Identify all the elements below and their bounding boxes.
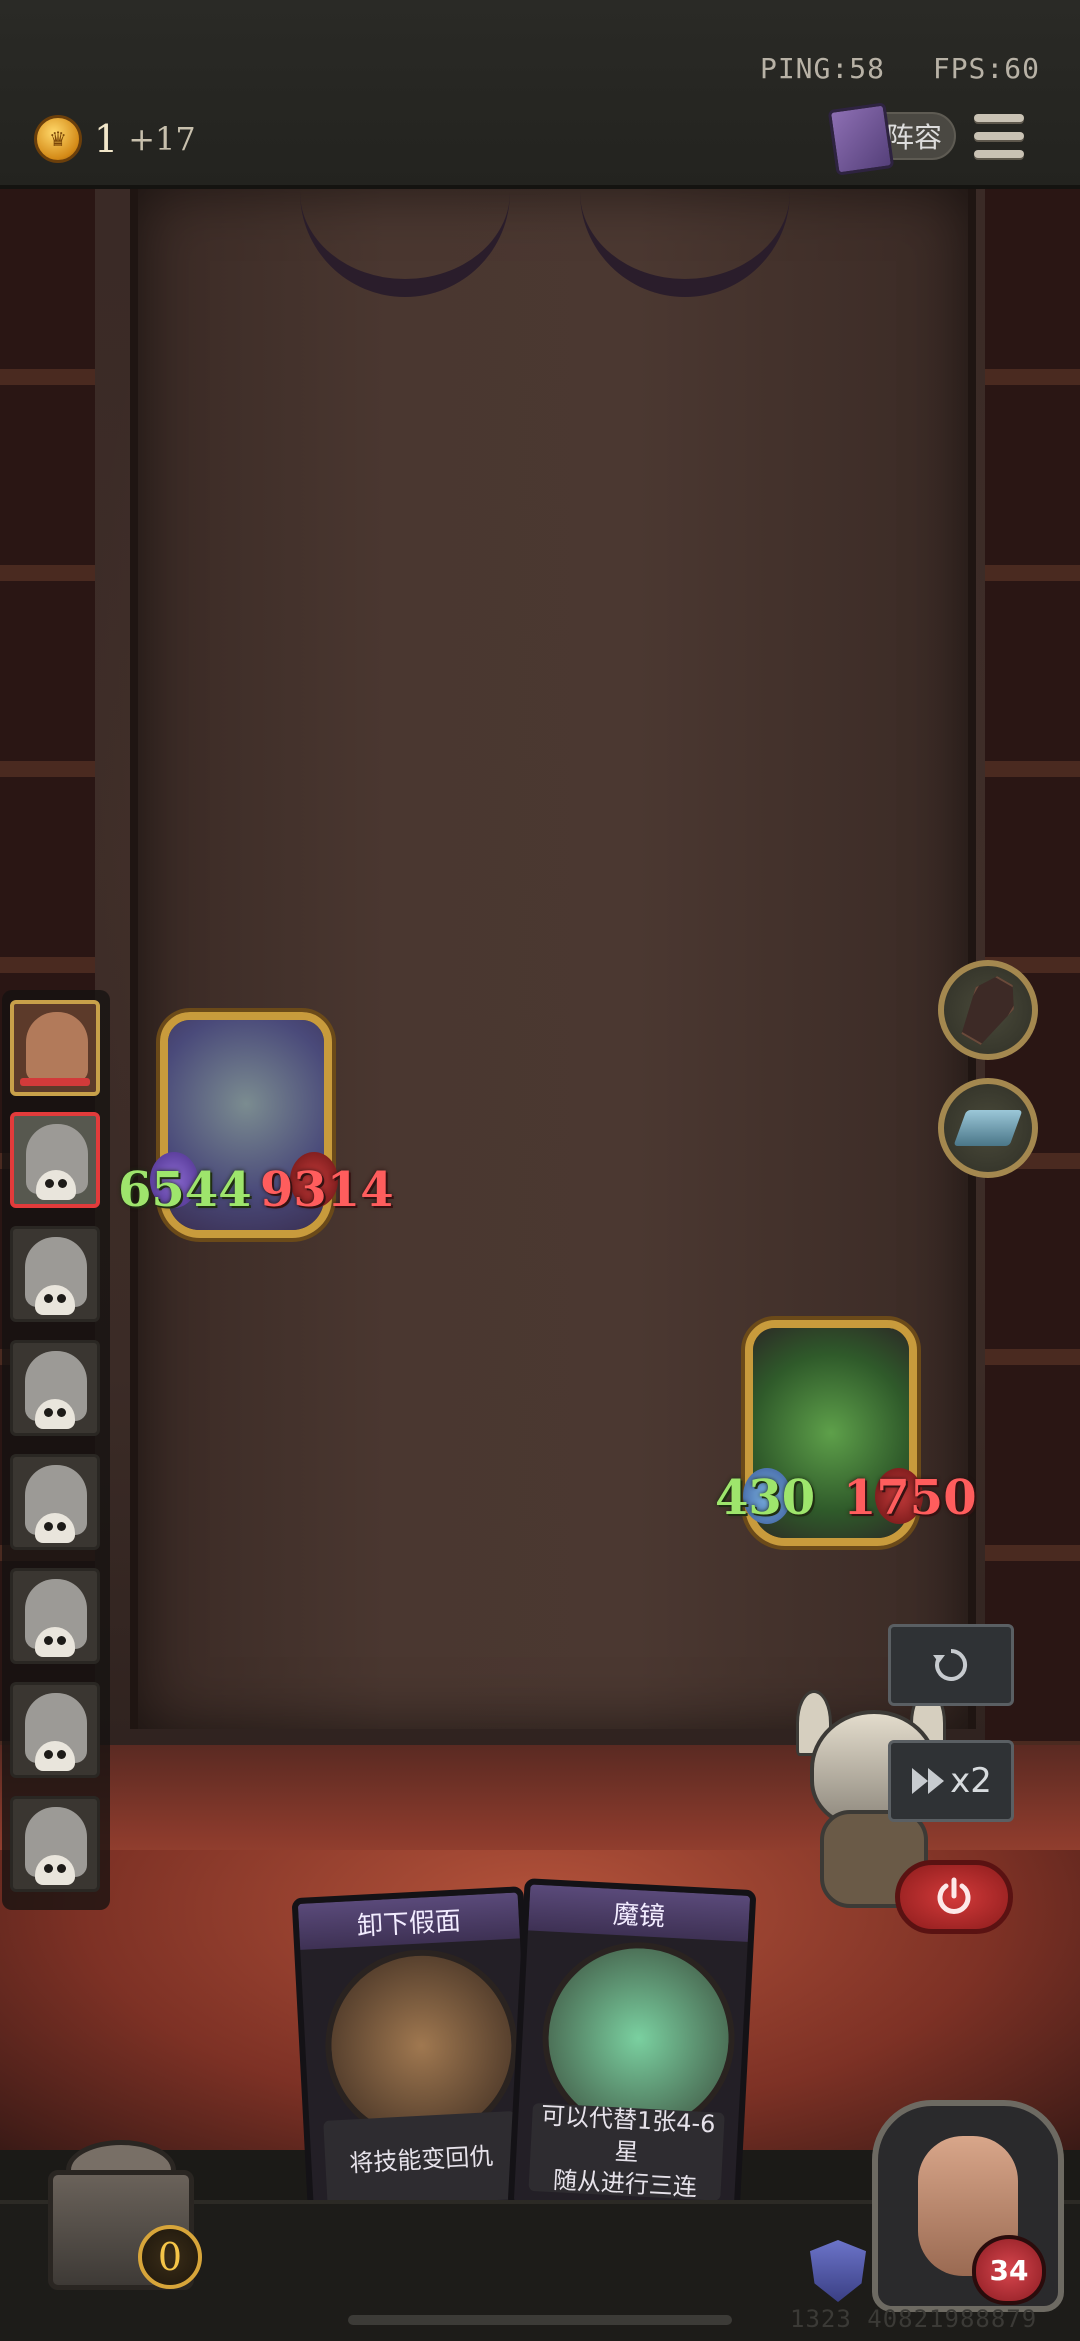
gold-income: +17 <box>128 120 196 158</box>
health-bar <box>20 1078 90 1086</box>
coffin-icon <box>952 970 1024 1051</box>
enemy-unit[interactable]: 6544 9314 <box>118 1012 394 1252</box>
card-title: 魔镜 <box>528 1884 751 1942</box>
opponent-roster <box>2 990 110 1910</box>
enemy-health: 9314 <box>260 1162 394 1218</box>
power-icon <box>937 1877 971 1914</box>
book-icon <box>827 102 895 176</box>
player-health: 1750 <box>843 1470 977 1526</box>
treasure-chest[interactable]: 0 <box>18 2110 214 2290</box>
roster-slot[interactable] <box>10 1682 100 1778</box>
gold-count: 1 <box>94 117 119 161</box>
speed-button[interactable]: x2 <box>888 1740 1014 1822</box>
card-description-line: 可以代替1张4-6星 <box>540 2101 717 2167</box>
sell-button[interactable] <box>938 960 1038 1060</box>
hero-health: 34 <box>972 2235 1046 2305</box>
player-attack: 430 <box>715 1470 816 1526</box>
roster-slot[interactable] <box>10 1796 100 1892</box>
player-id: 1323 40821988879 <box>790 2305 1038 2333</box>
freeze-button[interactable] <box>938 1078 1038 1178</box>
top-bar: PING:58 FPS:60 ♛ 1 +17 阵容 <box>0 0 1080 189</box>
enemy-attack: 6544 <box>118 1162 252 1218</box>
fps-readout: FPS:60 <box>932 52 1040 85</box>
lineup-label: 阵容 <box>885 121 942 154</box>
power-button[interactable] <box>895 1860 1013 1934</box>
home-indicator[interactable] <box>348 2315 732 2325</box>
card-description: 可以代替1张4-6星 随从进行三连 <box>528 2101 725 2202</box>
network-stats: PING:58 FPS:60 <box>730 52 1040 85</box>
fast-forward-icon <box>912 1768 945 1794</box>
roster-slot[interactable] <box>10 1454 100 1550</box>
card-description: 将技能变回仇 <box>323 2110 520 2209</box>
roster-slot-selected[interactable] <box>10 1112 100 1208</box>
spell-card[interactable]: 卸下假面 将技能变回仇 <box>291 1886 541 2228</box>
crown-coin-icon: ♛ <box>34 115 82 163</box>
spell-card[interactable]: 魔镜 ★★★★★★ 可以代替1张4-6星 随从进行三连 <box>507 1878 757 2220</box>
refresh-button[interactable] <box>888 1624 1014 1706</box>
chest-count: 0 <box>138 2225 202 2289</box>
player-unit[interactable]: 430 1750 <box>715 1320 977 1560</box>
speed-label: x2 <box>950 1761 992 1801</box>
lineup-button[interactable]: 阵容 <box>827 102 956 176</box>
gold-display: ♛ 1 +17 <box>34 115 196 163</box>
roster-slot-current[interactable] <box>10 1000 100 1096</box>
roster-slot[interactable] <box>10 1226 100 1322</box>
ping-readout: PING:58 <box>759 52 885 85</box>
card-title: 卸下假面 <box>297 1892 520 1950</box>
ice-block-icon <box>953 1110 1023 1146</box>
roster-slot[interactable] <box>10 1568 100 1664</box>
refresh-icon <box>933 1648 968 1681</box>
roster-slot[interactable] <box>10 1340 100 1436</box>
menu-icon[interactable] <box>974 114 1024 158</box>
